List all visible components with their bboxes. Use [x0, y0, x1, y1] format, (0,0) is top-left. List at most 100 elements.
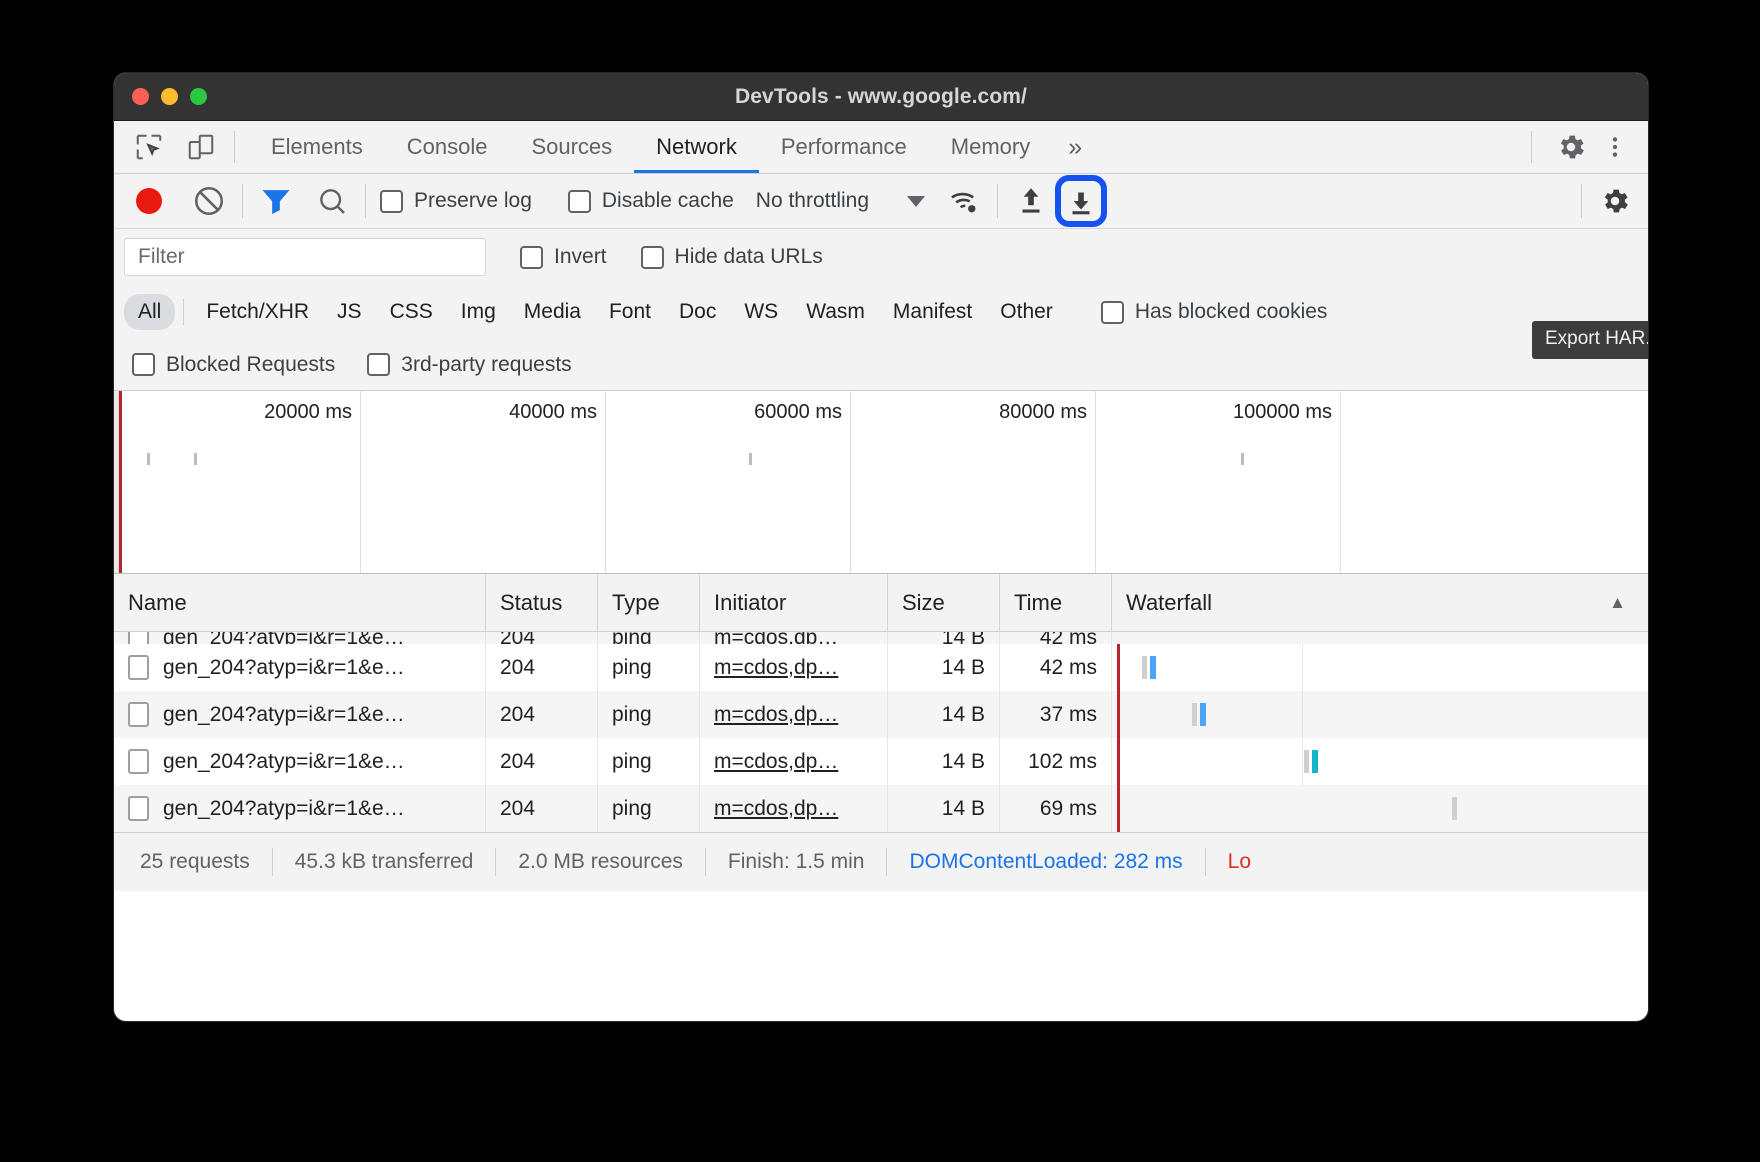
- minimize-window-button[interactable]: [161, 88, 178, 105]
- type-filter-doc[interactable]: Doc: [665, 294, 730, 330]
- disable-cache-checkbox[interactable]: Disable cache: [567, 189, 734, 213]
- table-row[interactable]: gen_204?atyp=i&r=1&e… 204 ping m=cdos,dp…: [114, 691, 1648, 738]
- has-blocked-cookies-checkbox[interactable]: Has blocked cookies: [1100, 300, 1327, 324]
- preserve-log-box[interactable]: [380, 189, 403, 213]
- table-row[interactable]: gen_204?atyp=i&r=1&e… 204 ping m=cdos,dp…: [114, 785, 1648, 832]
- column-header-time[interactable]: Time: [1000, 574, 1112, 631]
- record-button[interactable]: [130, 182, 168, 220]
- inspect-element-icon[interactable]: [130, 128, 168, 166]
- filter-input-placeholder: Filter: [138, 245, 185, 268]
- row-waterfall: [1112, 738, 1648, 785]
- column-header-name[interactable]: Name: [114, 574, 486, 631]
- search-icon[interactable]: [313, 182, 351, 220]
- column-header-status[interactable]: Status: [486, 574, 598, 631]
- tab-elements[interactable]: Elements: [249, 121, 385, 173]
- row-waterfall: [1112, 632, 1648, 644]
- column-header-type-label: Type: [612, 589, 660, 615]
- row-initiator[interactable]: m=cdos,dp…: [700, 691, 888, 738]
- tab-performance-label: Performance: [780, 134, 907, 159]
- tab-performance[interactable]: Performance: [759, 121, 929, 173]
- overview-tick-1: 20000 ms: [264, 401, 352, 423]
- column-header-initiator[interactable]: Initiator: [700, 574, 888, 631]
- type-filter-ws[interactable]: WS: [730, 294, 792, 330]
- panel-tabs: Elements Console Sources Network Perform…: [249, 121, 1098, 173]
- table-row-partial[interactable]: gen_204?atyp=i&r=1&e… 204 ping m=cdos,dp…: [114, 632, 1648, 644]
- row-name: gen_204?atyp=i&r=1&e…: [163, 655, 405, 679]
- status-requests: 25 requests: [140, 850, 250, 873]
- column-header-type[interactable]: Type: [598, 574, 700, 631]
- row-size: 14 B: [888, 632, 1000, 644]
- third-party-requests-box[interactable]: [367, 353, 391, 376]
- table-row[interactable]: gen_204?atyp=i&r=1&e… 204 ping m=cdos,dp…: [114, 644, 1648, 691]
- type-filter-fetch-xhr[interactable]: Fetch/XHR: [192, 294, 323, 330]
- network-overview-timeline[interactable]: 20000 ms 40000 ms 60000 ms 80000 ms 1000…: [114, 391, 1648, 574]
- third-party-requests-checkbox[interactable]: 3rd-party requests: [367, 353, 572, 377]
- devtools-window: DevTools - www.google.com/ Elements Cons…: [114, 73, 1648, 1021]
- type-filter-media[interactable]: Media: [510, 294, 595, 330]
- clear-button[interactable]: [190, 182, 228, 220]
- row-time: 102 ms: [1000, 738, 1112, 785]
- sort-ascending-icon: ▲: [1609, 592, 1626, 612]
- export-har-button[interactable]: [1055, 175, 1108, 227]
- resource-type-filters: All Fetch/XHR JS CSS Img Media Font Doc …: [114, 285, 1648, 339]
- row-checkbox[interactable]: [128, 632, 149, 644]
- row-name: gen_204?atyp=i&r=1&e…: [163, 749, 405, 773]
- network-status-bar: 25 requests 45.3 kB transferred 2.0 MB r…: [114, 832, 1648, 891]
- row-checkbox[interactable]: [128, 655, 149, 680]
- hide-data-urls-checkbox[interactable]: Hide data URLs: [640, 245, 823, 269]
- row-checkbox[interactable]: [128, 796, 149, 821]
- device-toolbar-icon[interactable]: [182, 128, 220, 166]
- network-settings-gear-icon[interactable]: [1596, 182, 1634, 220]
- tab-console[interactable]: Console: [385, 121, 510, 173]
- column-header-waterfall[interactable]: Waterfall ▲: [1112, 574, 1648, 631]
- row-type: ping: [598, 632, 700, 644]
- disable-cache-box[interactable]: [567, 189, 591, 213]
- overview-request-tick: [194, 453, 197, 465]
- maximize-window-button[interactable]: [190, 88, 207, 105]
- overview-body[interactable]: 20000 ms 40000 ms 60000 ms 80000 ms 1000…: [119, 391, 1648, 573]
- type-filter-all[interactable]: All: [124, 294, 176, 330]
- row-checkbox[interactable]: [128, 749, 149, 774]
- filter-input[interactable]: Filter: [124, 238, 486, 276]
- type-filter-other[interactable]: Other: [986, 294, 1067, 330]
- column-header-time-label: Time: [1014, 589, 1063, 615]
- blocked-requests-checkbox[interactable]: Blocked Requests: [132, 353, 335, 377]
- tab-sources[interactable]: Sources: [509, 121, 634, 173]
- more-panels-icon[interactable]: »: [1052, 121, 1098, 173]
- column-header-size[interactable]: Size: [888, 574, 1000, 631]
- requests-table: Name Status Type Initiator Size Time Wat…: [114, 574, 1648, 832]
- type-filter-wasm[interactable]: Wasm: [792, 294, 879, 330]
- has-blocked-cookies-box[interactable]: [1100, 300, 1124, 324]
- tab-memory[interactable]: Memory: [929, 121, 1052, 173]
- blocked-requests-box[interactable]: [132, 353, 155, 376]
- invert-box[interactable]: [520, 245, 543, 269]
- network-conditions-icon[interactable]: [945, 182, 983, 220]
- more-vertical-icon[interactable]: [1596, 128, 1634, 166]
- import-har-icon[interactable]: [1012, 182, 1050, 220]
- type-filter-js[interactable]: JS: [323, 294, 376, 330]
- row-status: 204: [486, 632, 598, 644]
- row-initiator[interactable]: m=cdos,dp…: [700, 632, 888, 644]
- filter-funnel-icon[interactable]: [257, 182, 295, 220]
- row-checkbox[interactable]: [128, 702, 149, 727]
- row-waterfall: [1112, 691, 1648, 738]
- type-filter-font[interactable]: Font: [595, 294, 665, 330]
- type-filter-manifest[interactable]: Manifest: [879, 294, 986, 330]
- row-initiator[interactable]: m=cdos,dp…: [700, 785, 888, 832]
- row-time: 37 ms: [1000, 691, 1112, 738]
- table-row[interactable]: gen_204?atyp=i&r=1&e… 204 ping m=cdos,dp…: [114, 738, 1648, 785]
- preserve-log-checkbox[interactable]: Preserve log: [380, 189, 532, 213]
- row-initiator[interactable]: m=cdos,dp…: [700, 738, 888, 785]
- tab-network[interactable]: Network: [634, 121, 759, 173]
- toolbar-divider-1: [242, 184, 243, 218]
- type-filter-css[interactable]: CSS: [376, 294, 447, 330]
- row-initiator[interactable]: m=cdos,dp…: [700, 644, 888, 691]
- row-size: 14 B: [888, 691, 1000, 738]
- throttling-dropdown[interactable]: No throttling: [756, 189, 926, 213]
- invert-checkbox[interactable]: Invert: [520, 245, 607, 269]
- type-filter-img[interactable]: Img: [447, 294, 510, 330]
- hide-data-urls-box[interactable]: [640, 245, 664, 269]
- settings-gear-icon[interactable]: [1552, 128, 1590, 166]
- chevron-down-icon: [907, 195, 926, 207]
- close-window-button[interactable]: [132, 88, 149, 105]
